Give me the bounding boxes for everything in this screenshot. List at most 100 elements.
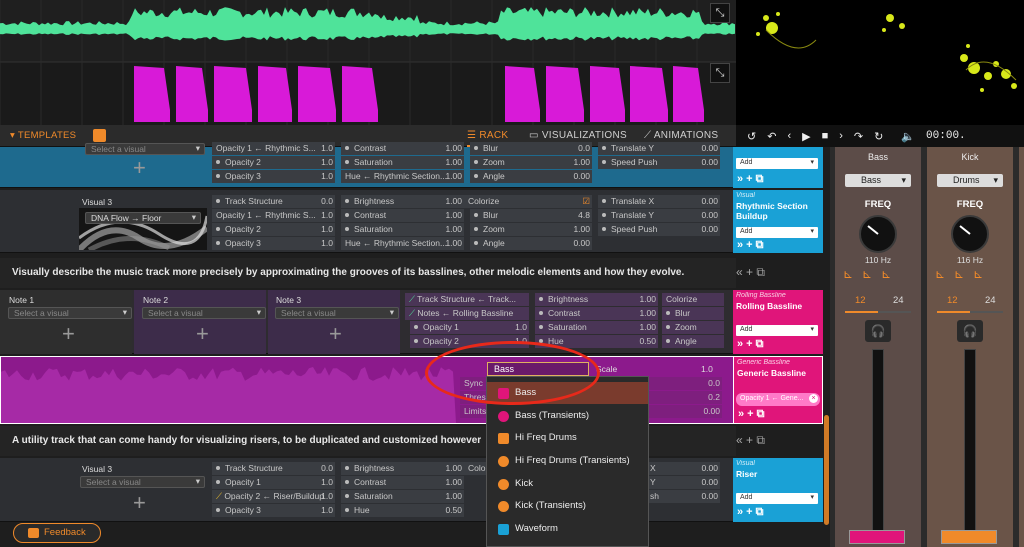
slope-24[interactable]: 24 bbox=[893, 295, 904, 306]
param-hue[interactable]: Hue 0.50 bbox=[341, 504, 464, 517]
param-opacity1[interactable]: Opacity 1 1.0 bbox=[212, 476, 335, 489]
param-translate-y[interactable]: Translate Y 0.00 bbox=[598, 209, 720, 222]
param-hue[interactable]: Hue ← Rhythmic Section... 1.00 bbox=[341, 170, 464, 183]
templates-button[interactable]: ▾ TEMPLATES bbox=[10, 130, 76, 141]
stop-icon[interactable]: ■ bbox=[822, 130, 829, 142]
param-translate-y[interactable]: Translate Y 0.00 bbox=[598, 142, 720, 155]
rewind-icon[interactable]: ↺ bbox=[747, 130, 756, 143]
param-opacity3[interactable]: Opacity 3 1.0 bbox=[212, 237, 335, 250]
source-dropdown[interactable]: Bass bbox=[845, 174, 911, 187]
card-actions-icon[interactable]: » + ⧉ bbox=[737, 173, 764, 186]
track-card[interactable]: Visual Riser Add » + ⧉ bbox=[733, 458, 823, 522]
visual-select[interactable]: Select a visual bbox=[80, 476, 205, 488]
param-track-structure[interactable]: ⟋ Track Structure ← Track... bbox=[405, 293, 529, 306]
param-blur[interactable]: Blur 4.8 bbox=[470, 209, 592, 222]
menu-item-waveform[interactable]: Waveform bbox=[487, 518, 648, 540]
add-icon[interactable]: + bbox=[133, 157, 146, 179]
source-dropdown[interactable]: Drums bbox=[937, 174, 1003, 187]
track-color-swatch[interactable] bbox=[941, 530, 997, 544]
param-opacity2[interactable]: Opacity 2 1.0 bbox=[212, 156, 335, 169]
param-angle[interactable]: Angle 0.00 bbox=[470, 170, 592, 183]
param-translate-x[interactable]: Translate X 0.00 bbox=[598, 195, 720, 208]
slope-12[interactable]: 12 bbox=[947, 295, 958, 306]
scrollbar[interactable] bbox=[824, 415, 829, 525]
back-icon[interactable]: ↶ bbox=[767, 130, 776, 143]
filter-type-icons[interactable]: ⊾⊾⊾ bbox=[843, 267, 900, 281]
collapse-icon[interactable]: ⤡ bbox=[710, 3, 730, 23]
tab-visualizations[interactable]: ▭ VISUALIZATIONS bbox=[529, 130, 627, 141]
visual-select[interactable]: Select a visual bbox=[142, 307, 266, 319]
param-contrast[interactable]: Contrast 1.00 bbox=[341, 476, 464, 489]
save-icon[interactable] bbox=[93, 129, 106, 142]
param-track-structure[interactable]: Track Structure 0.0 bbox=[212, 195, 335, 208]
param-saturation[interactable]: Saturation 1.00 bbox=[535, 321, 658, 334]
param-translate-y[interactable]: Y 0.00 bbox=[646, 476, 720, 489]
section-actions-icon[interactable]: « + ⧉ bbox=[736, 265, 765, 280]
param-zoom[interactable]: Zoom 1.00 bbox=[470, 156, 592, 169]
param-zoom[interactable]: Zoom 1.00 bbox=[470, 223, 592, 236]
add-dropdown[interactable]: Add bbox=[736, 493, 818, 504]
tab-rack[interactable]: ☰ RACK bbox=[467, 130, 508, 141]
param-notes[interactable]: ⟋ Notes ← Rolling Bassline bbox=[405, 307, 529, 320]
play-icon[interactable]: ▶ bbox=[802, 130, 810, 143]
param-brightness[interactable]: Brightness 1.00 bbox=[535, 293, 658, 306]
param-translate-x[interactable]: X 0.00 bbox=[646, 462, 720, 475]
param-blur[interactable]: Blur bbox=[662, 307, 724, 320]
volume-icon[interactable]: 🔈 bbox=[901, 130, 915, 143]
track-card[interactable]: Add » + ⧉ bbox=[733, 147, 823, 188]
headphones-icon[interactable]: 🎧 bbox=[957, 320, 983, 342]
filter-type-icons[interactable]: ⊾⊾⊾ bbox=[935, 267, 992, 281]
loop-icon[interactable]: ↻ bbox=[874, 130, 883, 143]
param-speed-push[interactable]: sh 0.00 bbox=[646, 490, 720, 503]
close-icon[interactable]: × bbox=[809, 394, 818, 403]
card-actions-icon[interactable]: » + ⧉ bbox=[737, 338, 764, 351]
param-brightness[interactable]: Brightness 1.00 bbox=[341, 462, 464, 475]
param-track-structure[interactable]: Track Structure 0.0 bbox=[212, 462, 335, 475]
param-opacity1[interactable]: Opacity 1 1.0 bbox=[410, 321, 529, 334]
param-angle[interactable]: Angle 0.00 bbox=[470, 237, 592, 250]
track-card[interactable]: Visual Rhythmic Section Buildup Add » + … bbox=[733, 190, 823, 253]
param-zoom[interactable]: Zoom bbox=[662, 321, 724, 334]
param-colorize[interactable]: Colorize bbox=[662, 293, 724, 306]
param-saturation[interactable]: Saturation 1.00 bbox=[341, 156, 464, 169]
param-speed-push[interactable]: Speed Push 0.00 bbox=[598, 223, 720, 236]
param-brightness[interactable]: Brightness 1.00 bbox=[341, 195, 464, 208]
visual-thumbnail[interactable]: DNA Flow → Floor bbox=[79, 208, 207, 250]
param-contrast[interactable]: Contrast 1.00 bbox=[341, 209, 464, 222]
slope-12[interactable]: 12 bbox=[855, 295, 866, 306]
param-opacity1[interactable]: Opacity 1 ← Rhythmic S... 1.0 bbox=[212, 209, 335, 222]
param-opacity1[interactable]: Opacity 1 ← Rhythmic S... 1.0 bbox=[212, 142, 335, 155]
visual-select[interactable]: Select a visual bbox=[275, 307, 399, 319]
freq-knob[interactable] bbox=[859, 215, 897, 253]
waveform-panel[interactable]: ⤡ ⤡ bbox=[0, 0, 736, 125]
card-actions-icon[interactable]: » + ⧉ bbox=[737, 239, 764, 252]
freq-knob[interactable] bbox=[951, 215, 989, 253]
feedback-button[interactable]: Feedback bbox=[13, 523, 101, 543]
param-opacity3[interactable]: Opacity 3 1.0 bbox=[212, 504, 335, 517]
add-icon[interactable]: + bbox=[329, 323, 342, 345]
menu-item-bass-transients[interactable]: Bass (Transients) bbox=[487, 405, 648, 427]
param-blur[interactable]: Blur 0.0 bbox=[470, 142, 592, 155]
forward-icon[interactable]: ↷ bbox=[854, 130, 863, 143]
param-contrast[interactable]: Contrast 1.00 bbox=[535, 307, 658, 320]
volume-fader[interactable] bbox=[964, 349, 976, 534]
param-hue[interactable]: Hue ← Rhythmic Section... 1.00 bbox=[341, 237, 464, 250]
add-icon[interactable]: + bbox=[196, 323, 209, 345]
card-actions-icon[interactable]: » + ⧉ bbox=[738, 408, 765, 421]
next-icon[interactable]: › bbox=[839, 130, 843, 142]
param-opacity3[interactable]: Opacity 3 1.0 bbox=[212, 170, 335, 183]
add-icon[interactable]: + bbox=[62, 323, 75, 345]
tab-animations[interactable]: ⟋ ANIMATIONS bbox=[644, 130, 718, 141]
checkbox-icon[interactable]: ☑ bbox=[582, 195, 590, 208]
collapse-icon[interactable]: ⤡ bbox=[710, 63, 730, 83]
visual-select[interactable]: Select a visual bbox=[8, 307, 132, 319]
menu-item-hi-freq-drums-transients[interactable]: Hi Freq Drums (Transients) bbox=[487, 450, 648, 472]
track-color-swatch[interactable] bbox=[849, 530, 905, 544]
headphones-icon[interactable]: 🎧 bbox=[865, 320, 891, 342]
param-speed-push[interactable]: Speed Push 0.00 bbox=[598, 156, 720, 169]
menu-item-hi-freq-drums[interactable]: Hi Freq Drums bbox=[487, 427, 648, 449]
add-dropdown[interactable]: Add bbox=[736, 325, 818, 336]
param-angle[interactable]: Angle bbox=[662, 335, 724, 348]
visual-select[interactable]: Select a visual bbox=[85, 143, 205, 155]
add-icon[interactable]: + bbox=[133, 492, 146, 514]
